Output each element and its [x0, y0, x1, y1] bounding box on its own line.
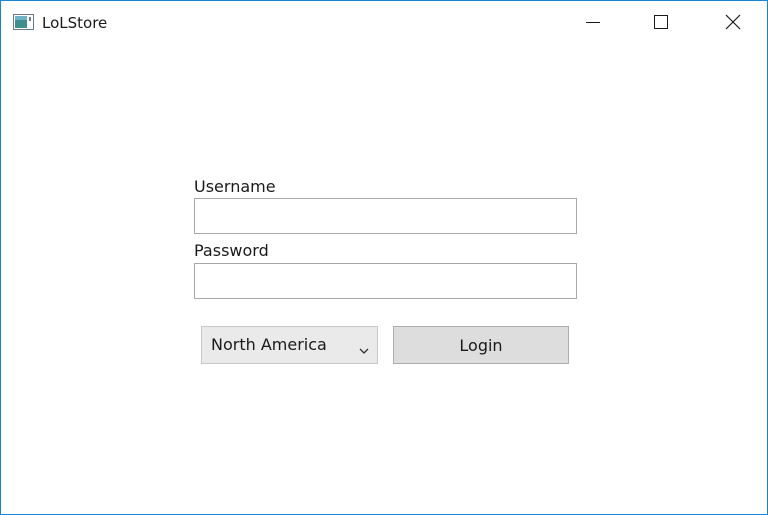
minimize-icon	[585, 14, 601, 34]
region-selected-value: North America	[211, 335, 327, 354]
password-label: Password	[194, 241, 269, 260]
app-window-icon	[13, 14, 34, 30]
title-bar[interactable]: LoLStore	[1, 1, 767, 46]
chevron-down-icon	[358, 341, 370, 354]
username-label: Username	[194, 177, 276, 196]
maximize-button[interactable]	[638, 1, 684, 46]
minimize-button[interactable]	[570, 1, 616, 46]
window-title: LoLStore	[42, 14, 108, 32]
maximize-icon	[653, 14, 669, 34]
region-dropdown[interactable]: North America	[201, 326, 378, 364]
login-button[interactable]: Login	[393, 326, 569, 364]
username-input[interactable]	[194, 198, 577, 234]
close-button[interactable]	[710, 1, 756, 46]
close-icon	[725, 14, 741, 34]
app-window: LoLStore Username Password North America…	[0, 0, 768, 515]
password-input[interactable]	[194, 263, 577, 299]
